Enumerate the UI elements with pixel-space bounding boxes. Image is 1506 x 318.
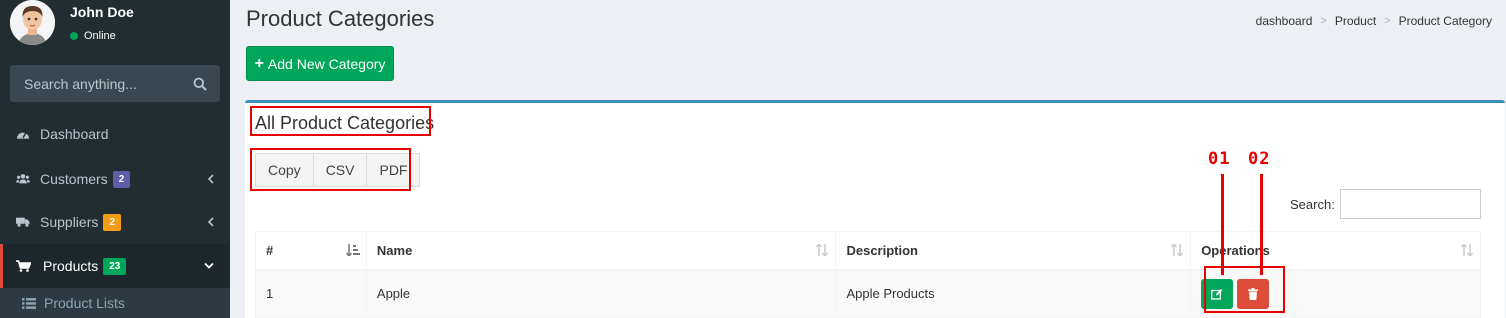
sidebar-item-label: Suppliers (40, 214, 99, 230)
sort-icon (1460, 244, 1474, 257)
chevron-left-icon (207, 174, 214, 184)
avatar (10, 0, 55, 45)
add-category-label: Add New Category (267, 55, 386, 72)
products-count-badge: 23 (103, 257, 127, 275)
table-search-label: Search: (1290, 197, 1335, 212)
cell-operations (1190, 269, 1481, 318)
user-status-label: Online (84, 30, 116, 42)
annotation-marker-02: 02 (1248, 149, 1271, 169)
list-icon (0, 297, 44, 309)
user-status: Online (70, 30, 116, 42)
sidebar-item-label: Products (43, 258, 99, 274)
copy-button[interactable]: Copy (255, 153, 314, 187)
cell-number: 1 (255, 269, 367, 318)
cell-description: Apple Products (835, 269, 1192, 318)
table-row: 1 Apple Apple Products (255, 269, 1481, 318)
edit-button[interactable] (1201, 278, 1234, 309)
sidebar-item-label: Dashboard (40, 126, 109, 142)
chevron-left-icon (207, 217, 214, 227)
sidebar-search (10, 65, 220, 102)
user-name: John Doe (70, 4, 134, 20)
plus-icon: + (254, 54, 264, 72)
sidebar-item-dashboard[interactable]: Dashboard (0, 112, 230, 156)
sidebar-subitem-label: Product Lists (44, 295, 125, 311)
trash-icon (1248, 287, 1259, 300)
breadcrumb-link-product[interactable]: Product (1335, 14, 1376, 28)
breadcrumb-separator-icon: > (1320, 15, 1327, 27)
sidebar-item-label: Customers (40, 171, 108, 187)
column-header-operations[interactable]: Operations (1190, 231, 1481, 271)
truck-icon (0, 216, 30, 228)
sort-icon (815, 244, 829, 257)
table-header-row: # Name Description Operations (255, 231, 1481, 271)
column-header-label: # (266, 242, 274, 258)
sidebar-item-suppliers[interactable]: Suppliers 2 (0, 200, 230, 244)
users-icon (0, 173, 30, 185)
sidebar-item-products[interactable]: Products 23 (0, 244, 230, 288)
column-header-name[interactable]: Name (365, 231, 837, 271)
cell-name: Apple (365, 269, 837, 318)
breadcrumb-link-dashboard[interactable]: dashboard (1256, 14, 1313, 28)
breadcrumb-separator-icon: > (1384, 15, 1391, 27)
breadcrumb-current: Product Category (1398, 14, 1492, 28)
annotation-pointer-01 (1221, 174, 1224, 275)
sidebar-search-input[interactable] (10, 65, 180, 102)
categories-table: # Name Description Operations 1 Apple Ap… (255, 231, 1481, 318)
sort-icon (1170, 244, 1184, 257)
cart-icon (3, 260, 33, 272)
customers-count-badge: 2 (112, 170, 131, 188)
suppliers-count-badge: 2 (103, 213, 121, 231)
csv-button[interactable]: CSV (312, 153, 368, 187)
column-header-number[interactable]: # (255, 231, 367, 271)
export-button-group: Copy CSV PDF (255, 153, 421, 187)
annotation-marker-01: 01 (1208, 149, 1231, 169)
sort-asc-icon (345, 244, 360, 257)
pdf-button[interactable]: PDF (366, 153, 421, 187)
sidebar-item-customers[interactable]: Customers 2 (0, 157, 230, 201)
chevron-down-icon (204, 262, 214, 270)
annotation-pointer-02 (1260, 174, 1263, 275)
status-dot-icon (70, 32, 78, 41)
sidebar: John Doe Online Dashboard Customers 2 Su… (0, 0, 230, 318)
breadcrumb: dashboard > Product > Product Category (1256, 14, 1492, 28)
table-search-input[interactable] (1340, 189, 1481, 219)
categories-box: All Product Categories Copy CSV PDF Sear… (245, 100, 1505, 318)
delete-button[interactable] (1237, 278, 1270, 309)
box-title: All Product Categories (255, 113, 435, 133)
column-header-label: Name (376, 242, 413, 258)
column-header-label: Description (846, 242, 918, 258)
column-header-description[interactable]: Description (835, 231, 1192, 271)
search-icon (193, 77, 207, 91)
row-operations (1201, 278, 1470, 309)
sidebar-subitem-product-lists[interactable]: Product Lists (0, 288, 230, 318)
search-button[interactable] (180, 65, 220, 102)
page-title: Product Categories (246, 6, 435, 31)
dashboard-icon (0, 128, 30, 140)
user-panel: John Doe Online (10, 0, 220, 50)
add-category-button[interactable]: + Add New Category (246, 46, 394, 81)
edit-icon (1211, 288, 1223, 300)
